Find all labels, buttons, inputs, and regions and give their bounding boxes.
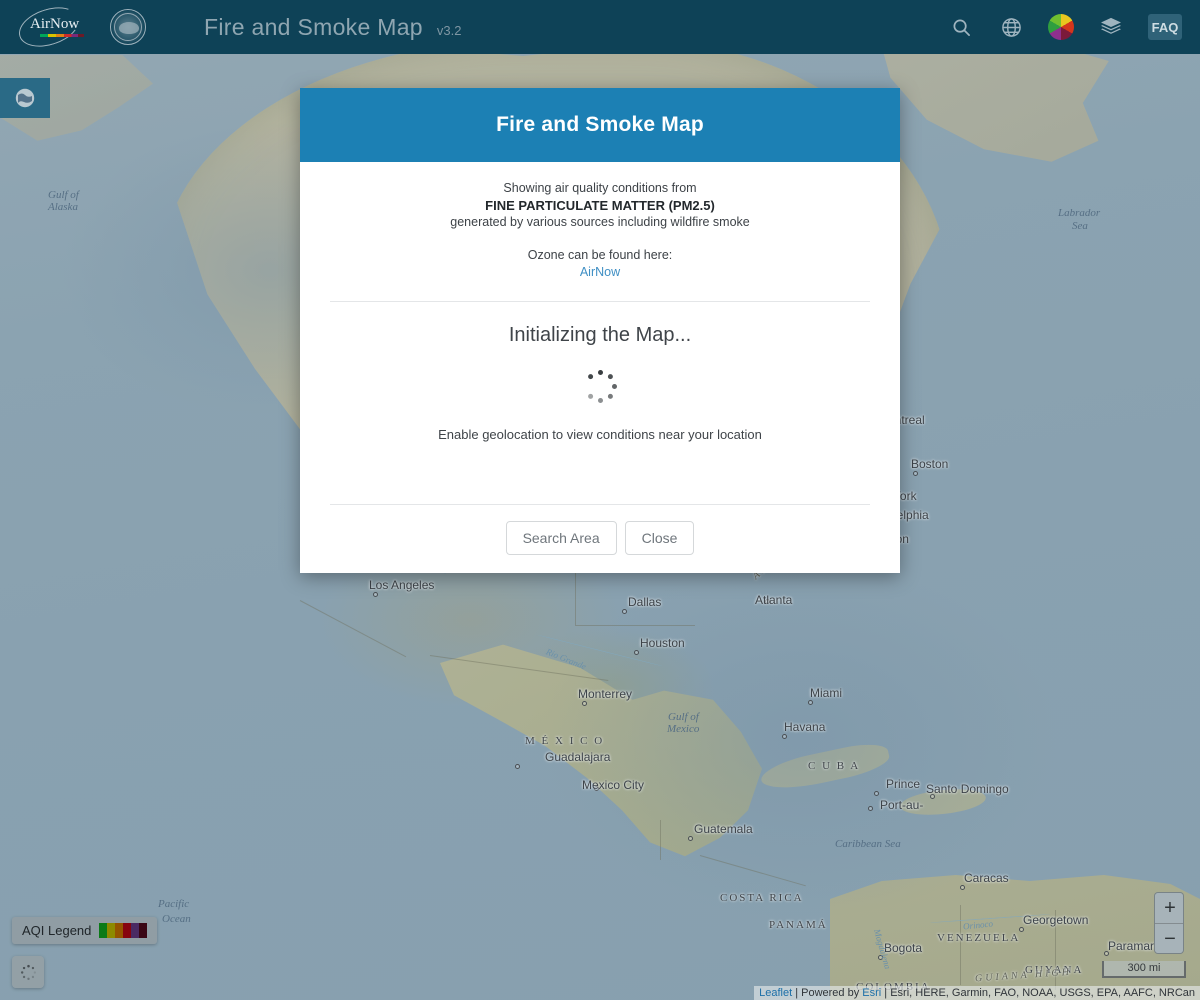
map-city-marker bbox=[765, 599, 770, 604]
map-water-label: Pacific bbox=[158, 898, 190, 910]
modal-title: Fire and Smoke Map bbox=[496, 113, 704, 136]
map-city-label: Los Angeles bbox=[369, 578, 435, 592]
logo-group: AirNow bbox=[0, 0, 146, 54]
modal-footer: Search Area Close bbox=[300, 505, 900, 573]
map-country-label: PANAMÁ bbox=[769, 919, 828, 931]
fire-and-smoke-map-app: San FranciscoLos AngelesDallasHoustonMon… bbox=[0, 0, 1200, 1000]
aqi-legend-swatch bbox=[131, 923, 140, 938]
border-line bbox=[575, 625, 695, 626]
map-city-marker bbox=[878, 955, 883, 960]
aqi-color-wheel-icon[interactable] bbox=[1048, 14, 1074, 40]
map-city-marker bbox=[1019, 927, 1024, 932]
modal-body: Showing air quality conditions from FINE… bbox=[300, 162, 900, 506]
scale-bar: 300 mi bbox=[1102, 961, 1186, 978]
airnow-logo[interactable]: AirNow bbox=[13, 0, 98, 54]
zoom-controls: + − bbox=[1154, 892, 1184, 954]
search-area-button[interactable]: Search Area bbox=[505, 521, 617, 556]
aqi-legend-color-bar bbox=[99, 923, 148, 938]
map-city-marker bbox=[594, 786, 599, 791]
map-city-marker bbox=[930, 794, 935, 799]
pollutant-name: FINE PARTICULATE MATTER (PM2.5) bbox=[485, 197, 715, 213]
map-water-label: Sea bbox=[1072, 220, 1088, 232]
aqi-legend-swatch bbox=[139, 923, 148, 938]
border-line bbox=[660, 820, 661, 860]
map-city-marker bbox=[913, 471, 918, 476]
map-city-marker bbox=[373, 592, 378, 597]
close-button[interactable]: Close bbox=[624, 521, 695, 556]
ocean-shading bbox=[540, 560, 1060, 920]
zoom-out-button[interactable]: − bbox=[1155, 923, 1183, 953]
aqi-legend-label: AQI Legend bbox=[22, 923, 92, 938]
attribution-sources: | Esri, HERE, Garmin, FAO, NOAA, USGS, E… bbox=[881, 987, 1195, 999]
map-water-label: Gulf of bbox=[48, 189, 79, 201]
faq-button[interactable]: FAQ bbox=[1148, 14, 1182, 40]
map-city-marker bbox=[515, 764, 520, 769]
map-city-marker bbox=[688, 836, 693, 841]
map-city-marker bbox=[782, 734, 787, 739]
search-icon[interactable] bbox=[948, 14, 974, 40]
map-water-label: Ocean bbox=[162, 913, 191, 925]
header-toolbar: FAQ bbox=[948, 14, 1200, 40]
intro-line-1: Showing air quality conditions from bbox=[503, 181, 697, 195]
ozone-label: Ozone can be found here: bbox=[527, 247, 673, 262]
aqi-legend-swatch bbox=[115, 923, 124, 938]
epa-seal-icon[interactable] bbox=[110, 9, 146, 45]
aqi-legend-swatch bbox=[123, 923, 132, 938]
border-line bbox=[960, 905, 961, 985]
map-city-marker bbox=[622, 609, 627, 614]
airnow-link[interactable]: AirNow bbox=[580, 265, 620, 279]
aqi-legend-swatch bbox=[107, 923, 116, 938]
map-city-label: Boston bbox=[911, 457, 949, 471]
aqi-legend-swatch bbox=[99, 923, 108, 938]
globe-icon bbox=[15, 88, 35, 108]
map-attribution: Leaflet | Powered by Esri | Esri, HERE, … bbox=[754, 986, 1200, 1000]
basemap-toggle-button[interactable] bbox=[0, 78, 50, 118]
border-line bbox=[1055, 910, 1056, 990]
map-city-marker bbox=[634, 650, 639, 655]
page-title: Fire and Smoke Map bbox=[204, 13, 423, 40]
map-water-label: Alaska bbox=[48, 201, 78, 213]
airnow-aqi-color-bar bbox=[40, 34, 84, 37]
geolocation-hint: Enable geolocation to view conditions ne… bbox=[438, 427, 762, 443]
map-city-marker bbox=[960, 885, 965, 890]
map-city-marker bbox=[808, 700, 813, 705]
layers-icon[interactable] bbox=[1098, 14, 1124, 40]
locate-spinner-icon bbox=[20, 964, 36, 980]
status-text: Initializing the Map... bbox=[508, 324, 692, 347]
app-header: AirNow Fire and Smoke Map v3.2 FAQ bbox=[0, 0, 1200, 54]
map-city-marker bbox=[868, 806, 873, 811]
intro-line-2: generated by various sources including w… bbox=[450, 215, 750, 230]
map-water-label: Labrador bbox=[1058, 207, 1101, 219]
leaflet-link[interactable]: Leaflet bbox=[759, 987, 792, 999]
status-block: Initializing the Map... Enable geolocati… bbox=[316, 302, 884, 442]
border-line bbox=[299, 600, 407, 658]
title-block: Fire and Smoke Map v3.2 bbox=[204, 14, 461, 41]
map-city-marker bbox=[874, 791, 879, 796]
loading-spinner-icon bbox=[583, 369, 617, 403]
app-version-label: v3.2 bbox=[436, 22, 462, 38]
map-city-marker bbox=[582, 701, 587, 706]
airnow-logo-text: AirNow bbox=[30, 16, 80, 32]
aqi-legend-button[interactable]: AQI Legend bbox=[12, 917, 158, 944]
globe-icon[interactable] bbox=[998, 14, 1024, 40]
attribution-separator: | Powered by bbox=[792, 987, 863, 999]
welcome-modal: Fire and Smoke Map Showing air quality c… bbox=[300, 88, 900, 574]
zoom-in-button[interactable]: + bbox=[1155, 893, 1183, 923]
ozone-block: Ozone can be found here: AirNow bbox=[316, 247, 884, 282]
locate-me-button[interactable] bbox=[12, 956, 44, 988]
map-city-marker bbox=[1104, 951, 1109, 956]
esri-link[interactable]: Esri bbox=[862, 987, 881, 999]
modal-header: Fire and Smoke Map bbox=[300, 88, 900, 162]
